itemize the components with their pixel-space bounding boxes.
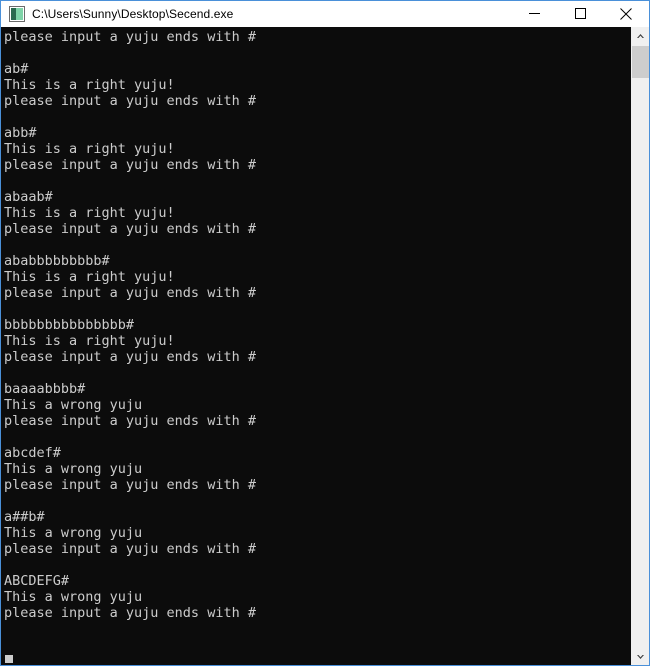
chevron-up-icon [637, 33, 644, 38]
caption-buttons [511, 1, 649, 26]
console-line: bbbbbbbbbbbbbbb# [4, 317, 135, 333]
console-line: This is a right yuju! [4, 205, 175, 221]
maximize-button[interactable] [557, 1, 603, 26]
console-line: please input a yuju ends with # [4, 157, 256, 173]
text-cursor [5, 655, 13, 663]
console-line: This is a right yuju! [4, 269, 175, 285]
chevron-down-icon [637, 654, 644, 659]
console-line: baaaabbbb# [4, 381, 86, 397]
console-line: This is a right yuju! [4, 77, 175, 93]
scrollbar-thumb[interactable] [632, 46, 649, 78]
console-line: please input a yuju ends with # [4, 221, 256, 237]
close-button[interactable] [603, 1, 649, 26]
console-line: This a wrong yuju [4, 397, 143, 413]
console-line: please input a yuju ends with # [4, 413, 256, 429]
console-line: ababbbbbbbbb# [4, 253, 110, 269]
console-app-icon [9, 5, 25, 22]
console-line: abb# [4, 125, 37, 141]
console-line: please input a yuju ends with # [4, 93, 256, 109]
console-line: please input a yuju ends with # [4, 541, 256, 557]
console-line: This a wrong yuju [4, 589, 143, 605]
console-line: please input a yuju ends with # [4, 29, 256, 45]
console-line: abaab# [4, 189, 53, 205]
maximize-icon [574, 8, 586, 19]
scrollbar-track[interactable] [632, 44, 649, 648]
console-area: please input a yuju ends with # ab# This … [1, 27, 649, 665]
console-output[interactable]: please input a yuju ends with # ab# This … [1, 27, 631, 665]
console-line: please input a yuju ends with # [4, 605, 256, 621]
console-line: This a wrong yuju [4, 525, 143, 541]
console-window: C:\Users\Sunny\Desktop\Secend.exe please… [0, 0, 650, 666]
titlebar[interactable]: C:\Users\Sunny\Desktop\Secend.exe [1, 1, 649, 27]
console-line: This is a right yuju! [4, 141, 175, 157]
console-line: please input a yuju ends with # [4, 349, 256, 365]
console-line: This is a right yuju! [4, 333, 175, 349]
console-line: please input a yuju ends with # [4, 477, 256, 493]
console-line: abcdef# [4, 445, 61, 461]
console-line: ABCDEFG# [4, 573, 70, 589]
scrollbar-down-button[interactable] [632, 648, 649, 665]
minimize-icon [528, 13, 540, 14]
window-title: C:\Users\Sunny\Desktop\Secend.exe [32, 6, 234, 21]
vertical-scrollbar[interactable] [631, 27, 649, 665]
close-icon [620, 7, 632, 20]
scrollbar-up-button[interactable] [632, 27, 649, 44]
console-line: ab# [4, 61, 29, 77]
minimize-button[interactable] [511, 1, 557, 26]
console-line: please input a yuju ends with # [4, 285, 256, 301]
console-line: a##b# [4, 509, 45, 525]
console-line: This a wrong yuju [4, 461, 143, 477]
